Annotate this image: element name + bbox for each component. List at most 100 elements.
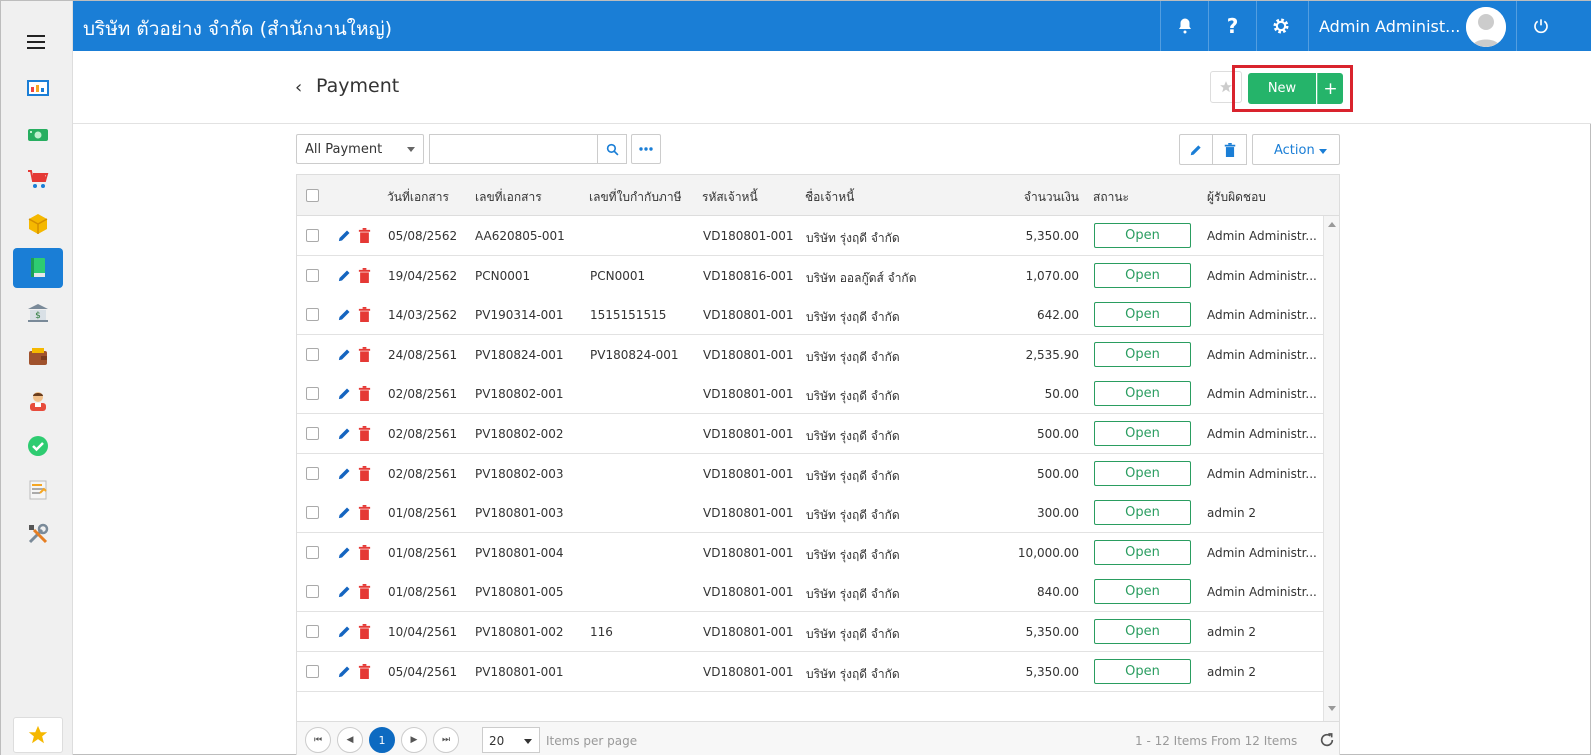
tools-icon[interactable] [13, 514, 63, 554]
pencil-icon[interactable] [337, 228, 352, 243]
row-checkbox[interactable] [306, 229, 319, 242]
trash-icon[interactable] [358, 228, 371, 243]
status-badge[interactable]: Open [1094, 539, 1191, 565]
status-badge[interactable]: Open [1094, 302, 1191, 328]
row-checkbox[interactable] [306, 268, 319, 282]
trash-icon[interactable] [358, 544, 371, 560]
power-icon[interactable] [1516, 1, 1564, 51]
delete-button[interactable] [1213, 134, 1247, 165]
table-row[interactable]: 01/08/2561 PV180801-004 VD180801-001 บริษัท… [297, 532, 1323, 573]
row-checkbox[interactable] [306, 466, 319, 480]
status-badge[interactable]: Open [1094, 579, 1191, 605]
table-row[interactable]: 02/08/2561 PV180802-001 VD180801-001 บริษัท… [297, 374, 1323, 415]
wallet-icon[interactable] [13, 337, 63, 377]
pencil-icon[interactable] [337, 466, 352, 481]
book-icon[interactable] [13, 248, 63, 288]
status-badge[interactable]: Open [1094, 381, 1191, 407]
header-doc-date[interactable]: วันที่เอกสาร [387, 188, 449, 207]
pencil-icon[interactable] [337, 584, 352, 599]
status-badge[interactable]: Open [1094, 341, 1191, 367]
row-checkbox[interactable] [306, 664, 319, 678]
scroll-down-icon[interactable] [1328, 706, 1336, 711]
table-row[interactable]: 24/08/2561 PV180824-001 PV180824-001 VD1808… [297, 334, 1323, 375]
row-checkbox[interactable] [306, 625, 319, 638]
payment-filter-select[interactable]: All Payment [296, 134, 424, 164]
header-doc-no[interactable]: เลขที่เอกสาร [475, 188, 542, 207]
search-input[interactable] [429, 134, 597, 164]
bank-icon[interactable]: $ [13, 293, 63, 333]
pencil-icon[interactable] [337, 624, 352, 639]
prev-page-button[interactable]: ◀ [337, 727, 363, 753]
trash-icon[interactable] [358, 663, 371, 679]
pencil-icon[interactable] [337, 386, 352, 401]
page-size-select[interactable]: 20 [482, 727, 540, 753]
row-checkbox[interactable] [306, 347, 319, 361]
row-checkbox[interactable] [306, 506, 319, 520]
dashboard-icon[interactable] [13, 69, 63, 109]
pencil-icon[interactable] [337, 268, 352, 283]
status-badge[interactable]: Open [1094, 223, 1191, 248]
favorite-star-icon[interactable] [13, 717, 63, 753]
select-all-checkbox[interactable] [306, 189, 319, 202]
money-icon[interactable] [13, 115, 63, 155]
back-icon[interactable]: ‹ [295, 77, 302, 98]
header-tax-no[interactable]: เลขที่ใบกำกับภาษี [589, 188, 682, 207]
row-checkbox[interactable] [306, 427, 319, 440]
contact-icon[interactable] [13, 381, 63, 421]
table-row[interactable]: 01/08/2561 PV180801-005 VD180801-001 บริษัท… [297, 572, 1323, 613]
trash-icon[interactable] [358, 624, 371, 639]
header-status[interactable]: สถานะ [1093, 188, 1129, 207]
row-checkbox[interactable] [306, 545, 319, 559]
table-row[interactable]: 10/04/2561 PV180801-002 116 VD180801-001 บริ… [297, 612, 1323, 652]
pencil-icon[interactable] [337, 307, 352, 322]
first-page-button[interactable]: ⏮ [305, 727, 331, 753]
gear-icon[interactable] [1256, 1, 1304, 51]
new-plus-button[interactable]: + [1317, 73, 1343, 104]
trash-icon[interactable] [358, 386, 371, 402]
table-row[interactable]: 02/08/2561 PV180802-003 VD180801-001 บริษัท… [297, 453, 1323, 494]
trash-icon[interactable] [358, 307, 371, 323]
status-badge[interactable]: Open [1094, 658, 1191, 684]
refresh-icon[interactable] [1319, 732, 1335, 748]
trash-icon[interactable] [358, 465, 371, 481]
row-checkbox[interactable] [306, 308, 319, 322]
new-button[interactable]: New [1248, 73, 1316, 104]
trash-icon[interactable] [358, 267, 371, 283]
trash-icon[interactable] [358, 505, 371, 521]
row-checkbox[interactable] [306, 387, 319, 401]
table-row[interactable]: 01/08/2561 PV180801-003 VD180801-001 บริษัท… [297, 493, 1323, 534]
status-badge[interactable]: Open [1094, 460, 1191, 486]
vertical-scrollbar[interactable] [1323, 216, 1339, 721]
page-button-current[interactable]: 1 [369, 727, 395, 753]
pencil-icon[interactable] [337, 664, 352, 679]
table-row[interactable]: 14/03/2562 PV190314-001 1515151515 VD180801… [297, 295, 1323, 336]
edit-button[interactable] [1179, 134, 1213, 165]
next-page-button[interactable]: ▶ [401, 727, 427, 753]
header-vendor-code[interactable]: รหัสเจ้าหนี้ [702, 188, 758, 207]
pencil-icon[interactable] [337, 347, 352, 362]
cart-icon[interactable] [13, 159, 63, 199]
more-options-button[interactable] [631, 134, 661, 164]
box-icon[interactable] [13, 204, 63, 244]
check-icon[interactable] [13, 426, 63, 466]
pencil-icon[interactable] [337, 545, 352, 560]
report-icon[interactable] [13, 470, 63, 510]
status-badge[interactable]: Open [1094, 421, 1191, 446]
trash-icon[interactable] [358, 584, 371, 600]
row-checkbox[interactable] [306, 585, 319, 599]
header-amount[interactable]: จำนวนเงิน [987, 188, 1079, 207]
scroll-up-icon[interactable] [1328, 222, 1336, 227]
status-badge[interactable]: Open [1094, 619, 1191, 644]
bell-icon[interactable] [1160, 1, 1208, 51]
header-vendor-name[interactable]: ชื่อเจ้าหนี้ [805, 188, 854, 207]
table-row[interactable]: 19/04/2562 PCN0001 PCN0001 VD180816-001 บริษ… [297, 255, 1323, 296]
action-dropdown[interactable]: Action [1252, 134, 1340, 165]
trash-icon[interactable] [358, 426, 371, 441]
last-page-button[interactable]: ⏭ [433, 727, 459, 753]
table-row[interactable]: 05/08/2562 AA620805-001 VD180801-001 บริษัท… [297, 216, 1323, 256]
search-button[interactable] [597, 134, 627, 164]
user-menu[interactable]: Admin Administ... [1308, 1, 1516, 51]
header-owner[interactable]: ผู้รับผิดชอบ [1207, 188, 1266, 207]
status-badge[interactable]: Open [1094, 262, 1191, 288]
pencil-icon[interactable] [337, 426, 352, 441]
